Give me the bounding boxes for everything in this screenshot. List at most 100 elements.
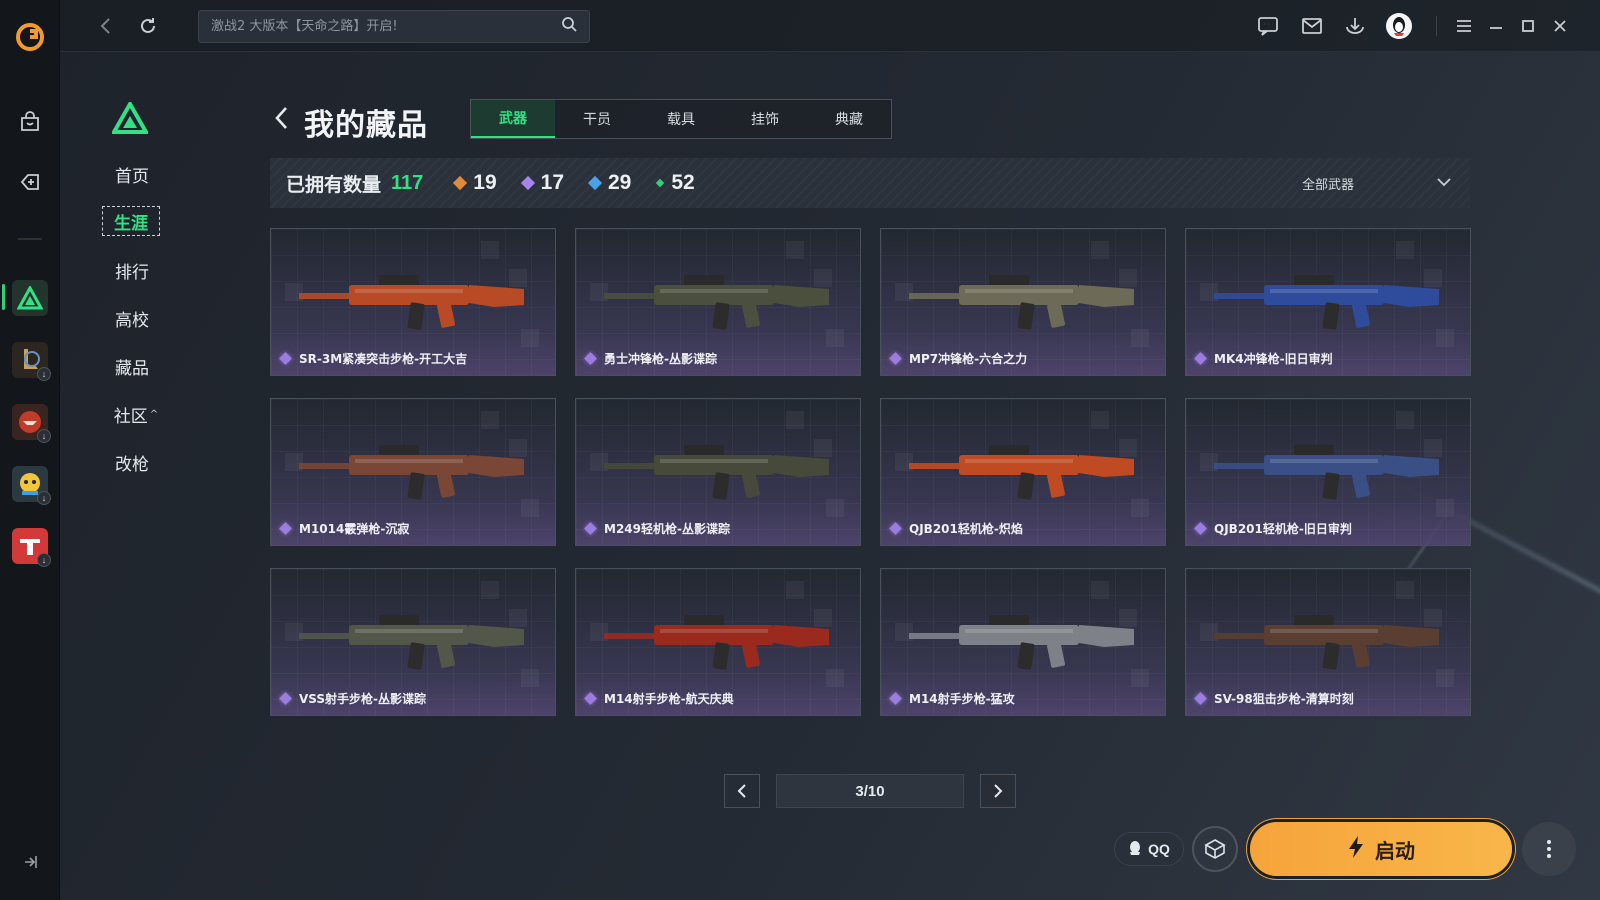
weapon-name: M249轻机枪-丛影谍踪 [604,522,730,536]
nav-home[interactable]: 首页 [104,160,160,188]
rarity-purple: 17 [520,171,564,195]
weapon-name: SV-98狙击步枪-清算时刻 [1214,692,1354,706]
rarity-purple-icon [1194,352,1207,365]
game-lol-icon[interactable]: ↓ [12,342,51,381]
rarity-purple-icon [889,352,902,365]
nav-college[interactable]: 高校 [104,304,160,332]
weapon-card[interactable]: VSS射手步枪-丛影谍踪 [270,568,556,716]
weapon-card[interactable]: SV-98狙击步枪-清算时刻 [1185,568,1471,716]
download-manager-icon[interactable] [1343,14,1367,38]
weapon-card-label: VSS射手步枪-丛影谍踪 [279,690,426,707]
next-page-button[interactable] [980,774,1016,808]
card-decor [481,241,499,259]
rarity-green-icon [656,178,665,188]
rarity-purple-icon [1194,522,1207,535]
search-input[interactable] [211,19,561,34]
weapon-card[interactable]: M249轻机枪-丛影谍踪 [575,398,861,546]
page-back-icon[interactable] [270,104,292,132]
card-decor [1396,411,1414,429]
mail-icon[interactable] [1300,14,1324,38]
launch-button[interactable]: 启动 [1250,822,1512,876]
weapon-name: MK4冲锋枪-旧日审判 [1214,352,1333,366]
card-decor [1091,411,1109,429]
rarity-purple-icon [584,522,597,535]
caret-up-icon: ^ [149,408,159,420]
chevron-down-icon [1436,176,1452,191]
more-options-button[interactable] [1522,822,1576,876]
weapon-image [909,275,1134,330]
tab-vehicles[interactable]: 载具 [639,100,723,138]
card-decor [1091,581,1109,599]
weapon-image [1214,445,1439,500]
game-tf-icon[interactable]: ↓ [12,528,51,567]
weapon-name: QJB201轻机枪-旧日审判 [1214,522,1352,536]
left-rail: ↓ ↓ ↓ ↓ [0,0,60,900]
card-decor [786,581,804,599]
weapon-card[interactable]: M1014霰弹枪-沉寂 [270,398,556,546]
tab-operators[interactable]: 干员 [555,100,639,138]
user-avatar[interactable] [1386,13,1412,39]
rarity-purple-icon [584,692,597,705]
weapon-name: SR-3M紧凑突击步枪-开工大吉 [299,352,468,366]
back-arrow-icon[interactable] [94,14,118,38]
maximize-icon[interactable] [1516,14,1540,38]
weapon-card[interactable]: MP7冲锋枪-六合之力 [880,228,1166,376]
game-delta-force-icon[interactable] [12,280,48,316]
weapon-image [604,615,829,670]
close-icon[interactable] [1548,14,1572,38]
rarity-gold: 19 [453,171,497,195]
collapse-rail-icon[interactable] [18,850,42,874]
refresh-icon[interactable] [136,14,160,38]
weapon-card[interactable]: QJB201轻机枪-炽焰 [880,398,1166,546]
weapon-card-label: QJB201轻机枪-旧日审判 [1194,520,1352,537]
weapon-card[interactable]: QJB201轻机枪-旧日审判 [1185,398,1471,546]
prev-page-button[interactable] [724,774,760,808]
rarity-purple-icon [279,352,292,365]
game-qq-speed-icon[interactable]: ↓ [12,466,51,505]
search-icon[interactable] [561,16,577,37]
weapon-name: MP7冲锋枪-六合之力 [909,352,1028,366]
chat-bubble-icon[interactable] [1256,14,1280,38]
rarity-blue-count: 29 [608,171,632,194]
rarity-purple-icon [279,522,292,535]
rarity-blue: 29 [587,171,632,195]
delta-force-logo-icon [110,99,150,134]
weapon-filter-dropdown[interactable]: 全部武器 [1302,170,1452,196]
nav-ranking[interactable]: 排行 [104,256,160,284]
nav-collection[interactable]: 藏品 [104,352,160,380]
weapon-card[interactable]: 勇士冲锋枪-丛影谍踪 [575,228,861,376]
rarity-green-count: 52 [671,171,695,194]
qq-login-button[interactable]: QQ [1114,832,1184,866]
rarity-gold-count: 19 [473,171,497,194]
card-decor [1091,241,1109,259]
search-box[interactable] [198,10,590,43]
owned-count: 117 [391,171,424,194]
weapon-image [909,445,1134,500]
nav-gun-mod[interactable]: 改枪 [104,448,160,476]
weapon-card[interactable]: M14射手步枪-猛攻 [880,568,1166,716]
download-badge-icon: ↓ [37,429,51,443]
add-game-icon[interactable] [12,164,48,200]
page-indicator: 3/10 [776,774,964,808]
collection-grid: SR-3M紧凑突击步枪-开工大吉 勇士冲锋枪-丛影谍踪 MP7冲锋枪-六合之力 MK4… [270,228,1471,716]
rail-divider [18,238,42,240]
rarity-purple-icon [889,522,902,535]
weapon-card-label: M1014霰弹枪-沉寂 [279,520,409,537]
game-settings-cube-button[interactable] [1192,826,1238,872]
tab-charms[interactable]: 挂饰 [723,100,807,138]
tab-weapons[interactable]: 武器 [471,100,555,138]
menu-icon[interactable] [1452,14,1476,38]
game-cf-icon[interactable]: ↓ [12,404,51,443]
weapon-card[interactable]: SR-3M紧凑突击步枪-开工大吉 [270,228,556,376]
weapon-card-label: M14射手步枪-航天庆典 [584,690,734,707]
tab-collectibles[interactable]: 典藏 [807,100,891,138]
weapon-card[interactable]: MK4冲锋枪-旧日审判 [1185,228,1471,376]
nav-community[interactable]: 社区 ^ [108,400,164,428]
owned-label: 已拥有数量 [286,173,382,196]
page-title: 我的藏品 [304,108,428,143]
qq-label: QQ [1148,841,1170,857]
nav-career[interactable]: 生涯 [102,206,160,236]
minimize-icon[interactable] [1484,14,1508,38]
store-bag-icon[interactable] [12,104,48,140]
weapon-card[interactable]: M14射手步枪-航天庆典 [575,568,861,716]
